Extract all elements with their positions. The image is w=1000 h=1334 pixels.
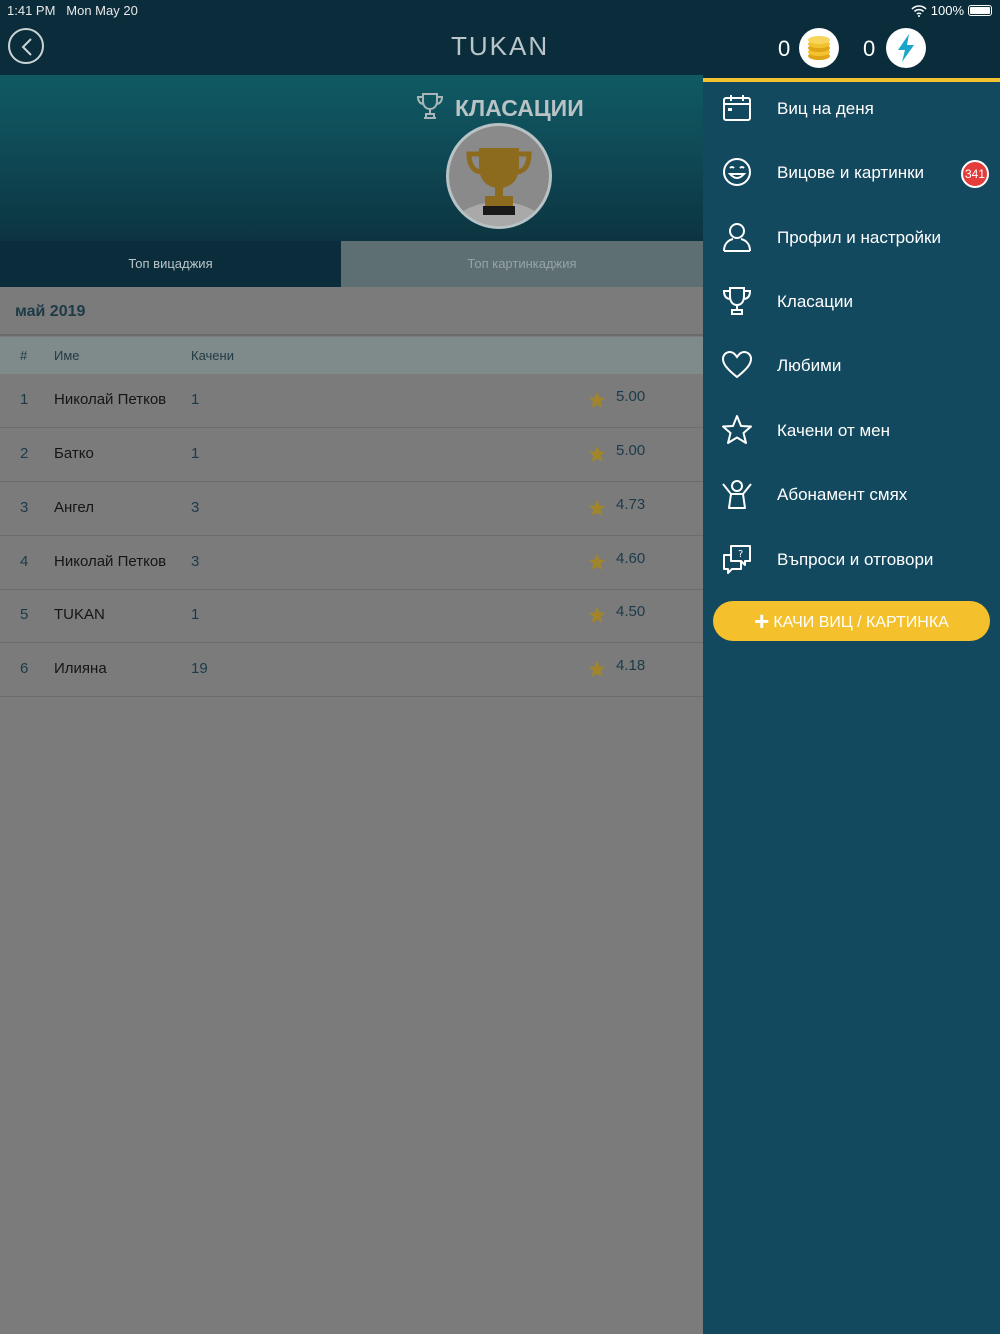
- heart-icon: [721, 350, 753, 379]
- tab-top-pictures[interactable]: Топ картинкаджия: [341, 241, 703, 287]
- header-rank: #: [20, 348, 28, 363]
- menu-item-label: Въпроси и отговори: [777, 550, 934, 569]
- wifi-icon: [911, 4, 927, 17]
- menu-item-favorites[interactable]: Любими: [703, 337, 1000, 397]
- smile-icon: [723, 158, 751, 186]
- menu-item-my-uploads[interactable]: Качени от мен: [703, 402, 1000, 462]
- row-uploaded: 1: [191, 606, 200, 623]
- menu-item-faq[interactable]: ? Въпроси и отговори: [703, 531, 1000, 591]
- row-uploaded: 1: [191, 445, 200, 462]
- header-uploaded: Качени: [191, 348, 234, 363]
- lightning-icon: [898, 34, 914, 62]
- row-rank: 6: [20, 660, 29, 677]
- leaderboard-hero: КЛАСАЦИИ: [0, 75, 703, 241]
- side-menu: 100% 0 0 Виц на деня Вицове и картинки 3: [703, 0, 1000, 1334]
- row-rank: 4: [20, 553, 29, 570]
- status-time: 1:41 PM Mon May 20: [7, 3, 138, 18]
- divider: [0, 334, 703, 336]
- star-icon: [588, 660, 606, 677]
- row-rank: 2: [20, 445, 29, 462]
- upload-button-label: КАЧИ ВИЦ / КАРТИНКА: [773, 614, 949, 631]
- energy-count: 0: [863, 36, 876, 61]
- row-score: 4.73: [616, 496, 646, 513]
- upload-joke-picture-button[interactable]: + КАЧИ ВИЦ / КАРТИНКА: [713, 601, 990, 641]
- row-rank: 3: [20, 499, 29, 516]
- hero-title: КЛАСАЦИИ: [455, 95, 584, 121]
- trophy-icon: [722, 287, 752, 315]
- menu-item-label: Любими: [777, 356, 842, 375]
- star-icon: [588, 391, 606, 408]
- gold-cup-icon: [455, 148, 543, 226]
- table-row[interactable]: 5 TUKAN 1 4.50: [0, 589, 703, 643]
- row-score: 5.00: [616, 442, 646, 459]
- table-row[interactable]: 3 Ангел 3 4.73: [0, 482, 703, 536]
- star-icon: [588, 445, 606, 462]
- row-uploaded: 3: [191, 499, 200, 516]
- row-score: 4.50: [616, 603, 646, 620]
- row-name: Илияна: [54, 660, 107, 677]
- menu-item-label: Качени от мен: [777, 421, 891, 440]
- row-name: TUKAN: [54, 606, 105, 623]
- row-name: Ангел: [54, 499, 95, 516]
- back-button[interactable]: [8, 28, 44, 64]
- menu-item-label: Класации: [777, 292, 853, 311]
- plus-icon: +: [754, 606, 770, 636]
- side-menu-header: 100% 0 0: [703, 0, 1000, 82]
- battery-icon: [968, 5, 992, 16]
- table-row[interactable]: 1 Николай Петков 1 5.00: [0, 374, 703, 428]
- app-title: TUKAN: [451, 31, 550, 61]
- header-name: Име: [54, 348, 80, 363]
- table-row[interactable]: 2 Батко 1 5.00: [0, 428, 703, 482]
- svg-text:?: ?: [738, 549, 743, 560]
- tab-top-jokers[interactable]: Топ вицаджия: [0, 241, 341, 287]
- battery-percent: 100%: [930, 3, 964, 18]
- table-row[interactable]: 4 Николай Петков 3 4.60: [0, 536, 703, 590]
- row-rank: 1: [20, 391, 29, 408]
- chevron-left-icon: [21, 38, 32, 56]
- star-icon: [588, 606, 606, 623]
- menu-item-label: Виц на деня: [777, 99, 874, 118]
- top-bar: 1:41 PM Mon May 20 TUKAN: [0, 0, 703, 75]
- trophy-avatar: [446, 123, 552, 229]
- month-label: май 2019: [15, 303, 86, 320]
- cheer-icon: [722, 480, 752, 509]
- menu-item-joke-of-day[interactable]: Виц на деня: [703, 80, 1000, 140]
- row-rank: 5: [20, 606, 29, 623]
- menu-item-jokes-pictures[interactable]: Вицове и картинки 341: [703, 144, 1000, 204]
- calendar-icon: [723, 95, 751, 121]
- notification-badge: 341: [961, 160, 989, 188]
- menu-item-laugh-subscription[interactable]: Абонамент смях: [703, 466, 1000, 526]
- row-uploaded: 19: [191, 660, 208, 677]
- table-header: # Име Качени: [0, 337, 703, 374]
- row-name: Николай Петков: [54, 553, 167, 570]
- coin-stack-icon: [808, 36, 830, 60]
- row-score: 4.18: [616, 657, 646, 674]
- row-score: 4.60: [616, 550, 646, 567]
- status-date: Mon May 20: [66, 3, 138, 18]
- row-score: 5.00: [616, 388, 646, 405]
- menu-item-label: Профил и настройки: [777, 228, 941, 247]
- trophy-icon: [416, 93, 444, 119]
- menu-item-profile-settings[interactable]: Профил и настройки: [703, 209, 1000, 269]
- coins-icon[interactable]: [799, 28, 839, 68]
- star-icon: [588, 553, 606, 570]
- leaderboard-tabs: Топ вицаджия Топ картинкаджия: [0, 241, 703, 287]
- row-name: Батко: [54, 445, 94, 462]
- menu-item-label: Абонамент смях: [777, 485, 908, 504]
- menu-item-label: Вицове и картинки: [777, 163, 925, 182]
- table-row[interactable]: 6 Илияна 19 4.18: [0, 643, 703, 697]
- row-uploaded: 1: [191, 391, 200, 408]
- row-uploaded: 3: [191, 553, 200, 570]
- status-bar-right: 100%: [911, 3, 992, 18]
- menu-item-rankings[interactable]: Класации: [703, 273, 1000, 333]
- coins-count: 0: [778, 36, 791, 61]
- question-chat-icon: ?: [723, 545, 751, 574]
- energy-icon[interactable]: [886, 28, 926, 68]
- row-name: Николай Петков: [54, 391, 167, 408]
- star-icon: [588, 499, 606, 516]
- star-icon: [722, 415, 752, 444]
- user-icon: [723, 223, 751, 252]
- leaderboard-screen: 1:41 PM Mon May 20 TUKAN КЛАСАЦИИ Топ ви…: [0, 0, 703, 1334]
- status-clock: 1:41 PM: [7, 3, 56, 18]
